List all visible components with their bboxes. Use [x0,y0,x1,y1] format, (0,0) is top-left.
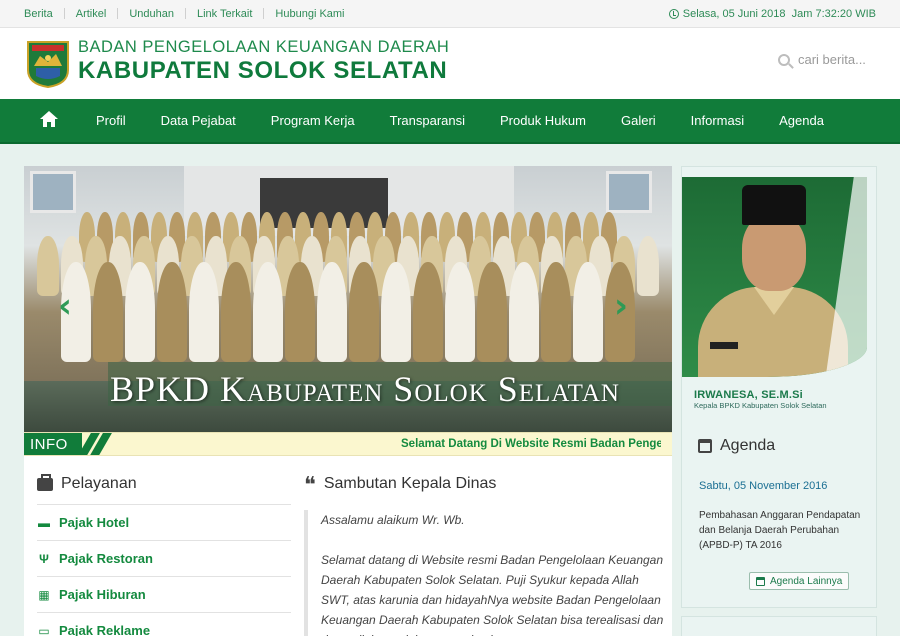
service-label: Pajak Hotel [59,515,130,530]
top-link-hubungi-kami[interactable]: Hubungi Kami [275,8,344,20]
nav-produk-hukum[interactable]: Produk Hukum [500,113,586,128]
bed-icon: ▬ [38,515,50,530]
top-link-artikel[interactable]: Artikel [76,8,107,20]
sambutan-title: Sambutan Kepala Dinas [323,475,497,492]
official-photo-wedge [824,177,867,377]
agenda-title: Agenda [720,437,776,454]
sambutan-paragraph: Selamat datang di Website resmi Badan Pe… [321,553,664,636]
datetime-text: Selasa, 05 Juni 2018 Jam 7:32:20 WIB [682,7,876,20]
top-link-berita[interactable]: Berita [24,8,53,20]
datetime-display: Selasa, 05 Juni 2018 Jam 7:32:20 WIB [668,7,876,20]
top-links: Berita Artikel Unduhan Link Terkait Hubu… [24,8,345,20]
calendar-icon [698,439,712,453]
search-icon[interactable] [778,53,790,66]
official-title: Kepala BPKD Kabupaten Solok Selatan [694,401,827,410]
logo-icon[interactable] [26,40,70,88]
service-pajak-reklame[interactable]: ▭ Pajak Reklame [37,612,291,636]
image-slider[interactable]: BPKD Kabupaten Solok Selatan ‹ › [24,166,672,432]
divider [184,8,186,19]
pelayanan-heading: Pelayanan [37,464,291,504]
slide-photo-person [509,262,539,362]
official-name: IRWANESA, SE.M.Si [694,389,803,401]
film-icon: ▦ [38,587,50,602]
info-label: INFO [24,433,82,455]
nav-galeri[interactable]: Galeri [621,113,656,128]
agenda-date[interactable]: Sabtu, 05 November 2016 [699,480,827,492]
nav-program-kerja[interactable]: Program Kerja [271,113,355,128]
cutlery-icon: Ψ [39,551,49,566]
slide-photo-person [317,262,347,362]
board-icon: ▭ [38,623,50,636]
slide-photo-crowd [24,262,672,362]
service-pajak-hotel[interactable]: ▬ Pajak Hotel [37,504,291,540]
slide-caption: BPKD Kabupaten Solok Selatan [110,369,620,409]
top-link-link-terkait[interactable]: Link Terkait [197,8,252,20]
agenda-description[interactable]: Pembahasan Anggaran Pendapatan dan Belan… [699,508,869,553]
service-label: Pajak Restoran [59,551,153,566]
slide-photo-person [189,262,219,362]
service-label: Pajak Hiburan [59,587,146,602]
divider [263,8,265,19]
service-pajak-hiburan[interactable]: ▦ Pajak Hiburan [37,576,291,612]
slider-next-button[interactable]: › [614,286,628,326]
site-header: BADAN PENGELOLAAN KEUANGAN DAERAH KABUPA… [0,28,900,99]
org-subtitle: KABUPATEN SOLOK SELATAN [78,57,448,84]
agenda-more-button[interactable]: Agenda Lainnya [749,572,850,590]
nav-agenda[interactable]: Agenda [779,113,824,128]
briefcase-icon [37,473,53,491]
main-nav: Profil Data Pejabat Program Kerja Transp… [0,99,900,144]
service-pajak-restoran[interactable]: Ψ Pajak Restoran [37,540,291,576]
right-sidebar: IRWANESA, SE.M.Si Kepala BPKD Kabupaten … [681,166,877,608]
nav-transparansi[interactable]: Transparansi [390,113,465,128]
divider [117,8,119,19]
nav-data-pejabat[interactable]: Data Pejabat [161,113,236,128]
service-label: Pajak Reklame [59,623,151,636]
quote-icon: ❝ [304,473,316,498]
search-input[interactable] [798,52,874,67]
sambutan-section: ❝ Sambutan Kepala Dinas Assalamu alaikum… [304,464,664,636]
top-bar: Berita Artikel Unduhan Link Terkait Hubu… [0,0,900,28]
pelayanan-title: Pelayanan [61,475,137,492]
pelayanan-section: Pelayanan ▬ Pajak Hotel Ψ Pajak Restoran… [37,464,291,636]
slide-photo-window [30,171,76,213]
agenda-more-label: Agenda Lainnya [770,575,843,587]
home-icon[interactable] [40,110,62,131]
slide-photo-person [93,262,123,362]
sidebar-next-widget [681,616,877,636]
sambutan-greeting: Assalamu alaikum Wr. Wb. [321,513,465,527]
official-photo-nameplate [710,342,738,349]
slide-photo-person [445,262,475,362]
org-title: BADAN PENGELOLAAN KEUANGAN DAERAH [78,38,450,56]
nav-profil[interactable]: Profil [96,113,126,128]
slide-photo-person [125,262,155,362]
info-ticker-bar: INFO Selamat Datang Di Website Resmi Bad… [24,432,672,456]
slide-photo-person [221,262,251,362]
nav-informasi[interactable]: Informasi [691,113,744,128]
slide-photo-person [253,262,283,362]
main-content: BPKD Kabupaten Solok Selatan ‹ › INFO Se… [24,166,672,636]
agenda-heading: Agenda [698,437,775,455]
calendar-icon [756,576,765,586]
divider [63,8,65,19]
slide-photo-person [573,262,603,362]
sambutan-heading: ❝ Sambutan Kepala Dinas [304,464,664,504]
clock-icon [668,8,679,19]
sambutan-text: Assalamu alaikum Wr. Wb. Selamat datang … [304,510,664,636]
slider-prev-button[interactable]: ‹ [58,286,72,326]
slide-photo-person [381,262,411,362]
slide-photo-person [413,262,443,362]
slide-photo-person [157,262,187,362]
slide-photo-person [477,262,507,362]
info-ticker-text[interactable]: Selamat Datang Di Website Resmi Badan Pe… [401,438,661,450]
slide-photo-person [349,262,379,362]
search-box [778,52,874,67]
official-photo [682,177,867,377]
slide-photo-window [606,171,652,213]
slide-photo-person [541,262,571,362]
top-link-unduhan[interactable]: Unduhan [129,8,174,20]
slide-photo-person [285,262,315,362]
official-photo-peci [742,185,806,225]
